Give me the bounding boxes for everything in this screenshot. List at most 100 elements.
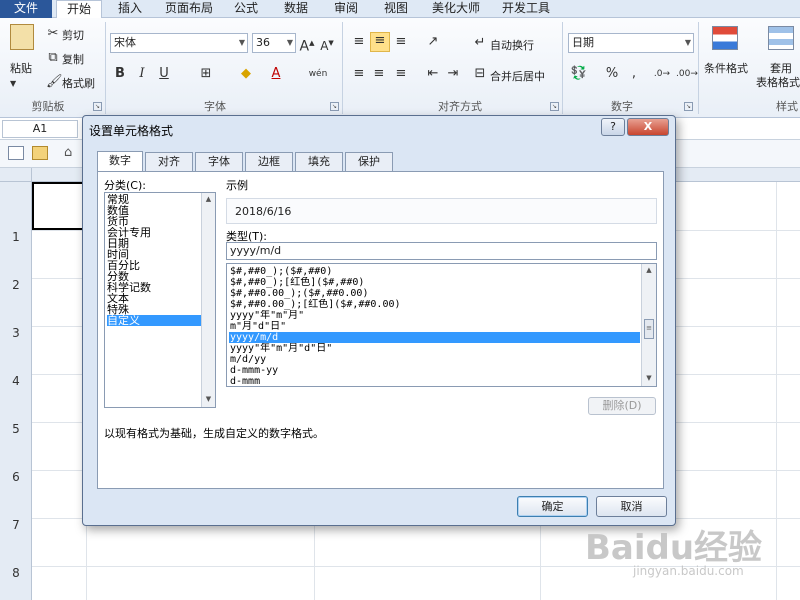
percent-icon[interactable]: % [604,66,620,82]
list-item[interactable]: 货币 [107,216,201,227]
comma-icon[interactable]: , [626,66,642,82]
list-item[interactable]: d-mmm [229,376,640,386]
scroll-down-icon[interactable]: ▼ [642,374,656,382]
chevron-down-icon[interactable]: ▼ [10,76,16,92]
folder-icon[interactable] [32,146,48,160]
tab-fill[interactable]: 填充 [295,152,343,171]
list-item[interactable]: 科学记数 [107,282,201,293]
border-icon[interactable]: ⊞ [198,66,214,82]
row-number[interactable]: 7 [0,518,32,532]
font-name-combo[interactable]: 宋体 ▼ [110,33,248,53]
row-number[interactable]: 8 [0,566,32,580]
font-color-icon[interactable]: A [268,66,284,82]
italic-icon[interactable]: I [134,66,150,82]
list-item[interactable]: $#,##0.00_);[红色]($#,##0.00) [229,299,640,310]
font-launcher-icon[interactable]: ↘ [330,102,339,111]
format-scrollbar[interactable]: ▲ ≡ ▼ [641,264,656,386]
copy-icon[interactable]: ⧉ [46,50,60,66]
increase-decimal-icon[interactable]: .0→ [652,66,672,82]
list-item[interactable]: m"月"d"日" [229,321,640,332]
list-item[interactable]: 百分比 [107,260,201,271]
alignment-launcher-icon[interactable]: ↘ [550,102,559,111]
tab-page-layout[interactable]: 页面布局 [160,0,218,18]
list-item-selected[interactable]: 自定义 [107,315,201,326]
list-item[interactable]: 数值 [107,205,201,216]
scroll-down-icon[interactable]: ▼ [202,395,215,403]
list-item[interactable]: 时间 [107,249,201,260]
ok-button[interactable]: 确定 [517,496,588,517]
decrease-decimal-icon[interactable]: .00→ [676,66,698,82]
format-as-table-icon[interactable] [768,26,794,50]
type-input[interactable]: yyyy/m/d [226,242,657,260]
scissors-icon[interactable]: ✂ [46,26,60,42]
scroll-up-icon[interactable]: ▲ [202,195,215,203]
phonetic-icon[interactable]: wén [306,66,330,82]
list-item-selected[interactable]: yyyy/m/d [229,332,640,343]
tab-file[interactable]: 文件 [0,0,52,18]
merge-center-button[interactable]: 合并后居中 [490,68,545,84]
row-number[interactable]: 6 [0,470,32,484]
tab-review[interactable]: 审阅 [328,0,364,18]
tab-alignment[interactable]: 对齐 [145,152,193,171]
list-item[interactable]: $#,##0.00_);($#,##0.00) [229,288,640,299]
bold-icon[interactable]: B [112,66,128,82]
cut-button[interactable]: 剪切 [62,27,84,43]
tab-home[interactable]: 开始 [56,0,102,19]
category-scrollbar[interactable]: ▲ ▼ [201,193,215,407]
scroll-thumb[interactable]: ≡ [644,319,654,339]
increase-indent-icon[interactable]: ⇥ [444,66,462,82]
help-button[interactable]: ? [601,118,625,136]
tab-beautify-master[interactable]: 美化大师 [426,0,486,18]
select-all-corner[interactable] [0,168,32,182]
list-item[interactable]: 日期 [107,238,201,249]
font-size-combo[interactable]: 36 ▼ [252,33,296,53]
align-top-icon[interactable]: ≡ [350,34,368,50]
fill-color-icon[interactable]: ◆ [238,66,254,82]
new-file-icon[interactable] [8,146,24,160]
merge-center-icon[interactable]: ⊟ [472,66,488,82]
category-list[interactable]: 常规 数值 货币 会计专用 日期 时间 百分比 分数 科学记数 文本 特殊 自定… [104,192,216,408]
clipboard-launcher-icon[interactable]: ↘ [93,102,102,111]
format-list[interactable]: $#,##0_);($#,##0) $#,##0_);[红色]($#,##0) … [226,263,657,387]
close-button[interactable]: X [627,118,669,136]
row-number[interactable]: 3 [0,326,32,340]
list-item[interactable]: 分数 [107,271,201,282]
row-number[interactable]: 4 [0,374,32,388]
decrease-indent-icon[interactable]: ⇤ [424,66,442,82]
list-item[interactable]: d-mmm-yy [229,365,640,376]
number-format-combo[interactable]: 日期 ▼ [568,33,694,53]
tab-formulas[interactable]: 公式 [228,0,264,18]
align-left-icon[interactable]: ≡ [350,66,368,82]
number-launcher-icon[interactable]: ↘ [684,102,693,111]
list-item[interactable]: yyyy"年"m"月"d"日" [229,343,640,354]
tab-data[interactable]: 数据 [278,0,314,18]
align-middle-icon[interactable]: ≡ [370,32,390,52]
selected-cell[interactable] [32,182,86,230]
align-center-icon[interactable]: ≡ [370,66,388,82]
tab-view[interactable]: 视图 [378,0,414,18]
wrap-text-button[interactable]: 自动换行 [490,37,534,53]
cancel-button[interactable]: 取消 [596,496,667,517]
orientation-icon[interactable]: ↗ [424,34,442,50]
tab-developer[interactable]: 开发工具 [496,0,556,18]
row-number[interactable]: 2 [0,278,32,292]
row-number[interactable]: 1 [0,230,32,244]
tab-font[interactable]: 字体 [195,152,243,171]
list-item[interactable]: $#,##0_);($#,##0) [229,266,640,277]
format-painter-button[interactable]: 格式刷 [62,75,95,91]
list-item[interactable]: $#,##0_);[红色]($#,##0) [229,277,640,288]
tab-number[interactable]: 数字 [97,151,143,172]
currency-icon[interactable]: 💱 [570,66,588,82]
tab-border[interactable]: 边框 [245,152,293,171]
row-number[interactable]: 5 [0,422,32,436]
tab-protection[interactable]: 保护 [345,152,393,171]
conditional-format-button[interactable]: 条件格式 [704,60,748,76]
copy-button[interactable]: 复制 [62,51,84,67]
conditional-format-icon[interactable] [712,26,738,50]
scroll-up-icon[interactable]: ▲ [642,266,656,274]
tab-insert[interactable]: 插入 [112,0,148,18]
list-item[interactable]: m/d/yy [229,354,640,365]
underline-icon[interactable]: U [156,66,172,82]
list-item[interactable]: 特殊 [107,304,201,315]
delete-button[interactable]: 删除(D) [588,397,656,415]
